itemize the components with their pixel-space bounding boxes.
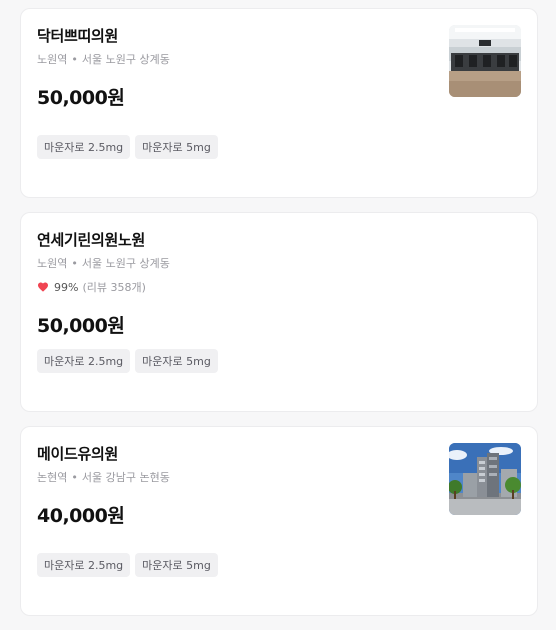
separator: • (71, 257, 78, 270)
station-name: 노원역 (37, 53, 68, 66)
tag-list: 마운자로 2.5mg 마운자로 5mg (37, 349, 218, 373)
clinic-list: 닥터쁘띠의원 노원역 • 서울 노원구 상계동 50,000원 마운자로 2.5mg… (20, 8, 538, 630)
address: 서울 노원구 상계동 (81, 257, 170, 270)
address: 서울 노원구 상계동 (81, 53, 170, 66)
separator: • (71, 53, 78, 66)
price: 50,000원 (37, 87, 125, 109)
heart-icon (38, 282, 48, 292)
tag: 마운자로 5mg (135, 553, 218, 577)
price: 40,000원 (37, 505, 125, 527)
tag: 마운자로 2.5mg (37, 349, 131, 373)
clinic-name: 닥터쁘띠의원 (37, 27, 119, 45)
clinic-card[interactable]: 연세기린의원노원 노원역 • 서울 노원구 상계동 99% (리뷰 358개) 50… (20, 212, 538, 412)
tag: 마운자로 5mg (135, 135, 218, 159)
rating: 99% (리뷰 358개) (37, 279, 146, 295)
tag: 마운자로 2.5mg (37, 135, 131, 159)
station-name: 논현역 (37, 471, 68, 484)
clinic-location: 논현역 • 서울 강남구 논현동 (37, 469, 170, 485)
clinic-location: 노원역 • 서울 노원구 상계동 (37, 255, 170, 271)
price: 50,000원 (37, 315, 125, 337)
clinic-card[interactable]: 메이드유의원 논현역 • 서울 강남구 논현동 40,000원 마운자로 2.5mg… (20, 426, 538, 616)
clinic-name: 메이드유의원 (37, 445, 119, 463)
clinic-location: 노원역 • 서울 노원구 상계동 (37, 51, 170, 67)
clinic-name: 연세기린의원노원 (37, 231, 146, 249)
clinic-card[interactable]: 닥터쁘띠의원 노원역 • 서울 노원구 상계동 50,000원 마운자로 2.5mg… (20, 8, 538, 198)
tag: 마운자로 5mg (135, 349, 218, 373)
tag-list: 마운자로 2.5mg 마운자로 5mg (37, 135, 218, 159)
address: 서울 강남구 논현동 (81, 471, 170, 484)
rating-percent: 99% (54, 280, 79, 294)
review-count: (리뷰 358개) (82, 281, 146, 294)
tag: 마운자로 2.5mg (37, 553, 131, 577)
clinic-building-photo (449, 443, 521, 515)
separator: • (71, 471, 78, 484)
station-name: 노원역 (37, 257, 68, 270)
clinic-interior-photo (449, 25, 521, 97)
tag-list: 마운자로 2.5mg 마운자로 5mg (37, 553, 218, 577)
